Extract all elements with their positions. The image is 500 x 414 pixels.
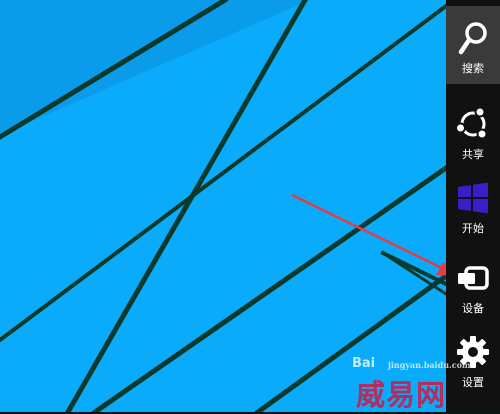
- charm-settings[interactable]: 设置: [446, 320, 500, 398]
- charms-bar: 搜索 共享 开始 设备 设置: [446, 0, 500, 412]
- charm-start[interactable]: 开始: [446, 166, 500, 244]
- charm-start-label: 开始: [462, 222, 484, 235]
- charm-settings-label: 设置: [462, 376, 484, 389]
- windows-logo-icon: [456, 180, 490, 216]
- share-icon: [455, 106, 491, 142]
- charm-share[interactable]: 共享: [446, 92, 500, 170]
- charm-devices-label: 设备: [462, 302, 484, 315]
- desktop-background: [0, 0, 446, 412]
- charm-search[interactable]: 搜索: [446, 6, 500, 84]
- search-icon: [457, 20, 489, 56]
- charm-devices[interactable]: 设备: [446, 246, 500, 324]
- charm-search-label: 搜索: [462, 62, 484, 75]
- desktop-wallpaper: [0, 0, 446, 412]
- charm-share-label: 共享: [462, 148, 484, 161]
- gear-icon: [456, 334, 490, 370]
- devices-icon: [455, 260, 491, 296]
